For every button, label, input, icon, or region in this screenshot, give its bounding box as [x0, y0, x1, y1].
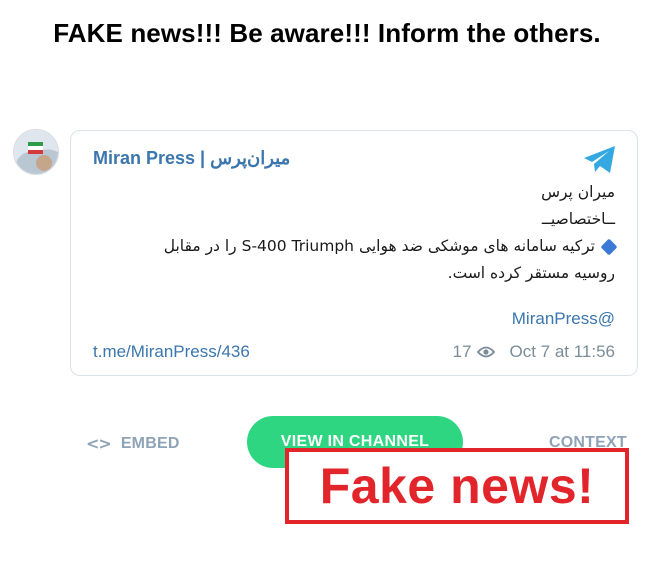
message-line: میران پرس [541, 183, 615, 201]
embed-label: EMBED [120, 434, 180, 452]
telegram-icon[interactable] [583, 145, 617, 175]
post-meta: 17 Oct 7 at 11:56 [453, 342, 615, 362]
eye-icon [477, 346, 496, 358]
post-link[interactable]: t.me/MiranPress/436 [93, 342, 250, 362]
embed-button[interactable]: <> EMBED [86, 434, 180, 453]
channel-avatar[interactable] [13, 129, 59, 175]
message-line: روسیه مستقر کرده است. [447, 264, 615, 282]
diamond-icon [600, 238, 618, 255]
channel-name-link[interactable]: Miran Press | میران‌پرس [93, 148, 290, 169]
message-text: میران پرس ــاختصاصیــ ترکیه سامانه های م… [115, 179, 618, 287]
post-card: Miran Press | میران‌پرس میران پرس ــاختص… [70, 130, 638, 376]
message-line: ــاختصاصیــ [541, 210, 615, 228]
channel-handle-link[interactable]: @MiranPress [512, 309, 615, 329]
post-date[interactable]: Oct 7 at 11:56 [509, 342, 615, 362]
message-line-text: ترکیه سامانه های موشکی ضد هوایی S-400 Tr… [163, 237, 595, 255]
avatar-image [14, 130, 58, 174]
message-line: ترکیه سامانه های موشکی ضد هوایی S-400 Tr… [115, 233, 618, 260]
view-count: 17 [452, 342, 472, 361]
code-icon: <> [86, 434, 112, 453]
warning-headline: FAKE news!!! Be aware!!! Inform the othe… [53, 18, 601, 48]
fake-news-stamp: Fake news! [285, 448, 629, 524]
